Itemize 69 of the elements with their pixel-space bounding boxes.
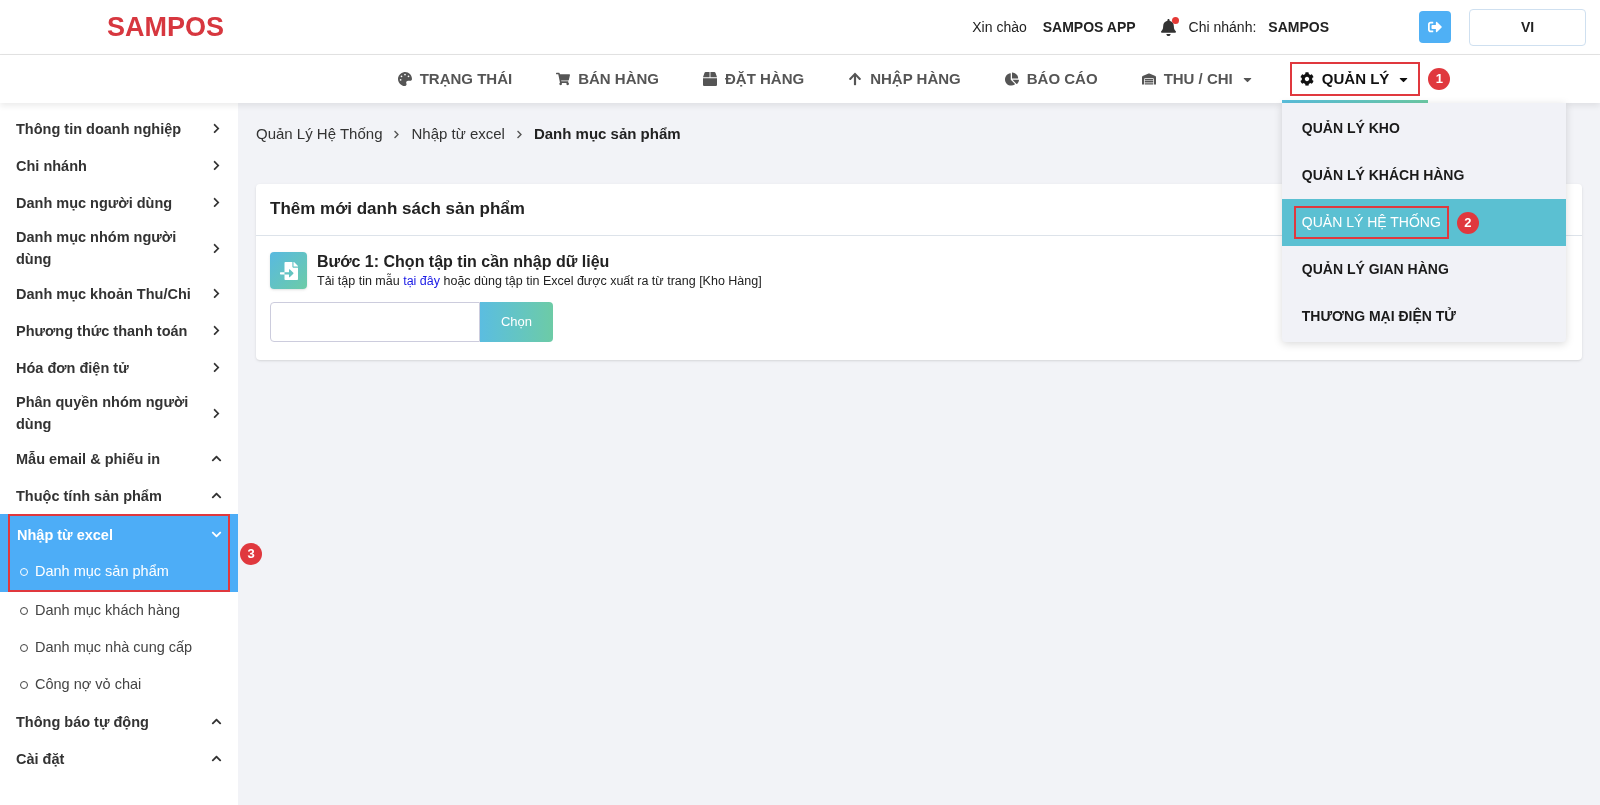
nav-tab[interactable]: NHẬP HÀNG (840, 62, 969, 96)
nav-tab[interactable]: BÁO CÁO (996, 62, 1106, 96)
nav-icon (1141, 72, 1156, 86)
file-field[interactable] (270, 301, 480, 342)
sidebar-item[interactable]: Thuộc tính sản phẩm (0, 477, 238, 514)
nav-icon (556, 72, 571, 86)
chevron-icon (392, 129, 402, 139)
nav-tab[interactable]: THU / CHI (1133, 62, 1262, 96)
logout-button[interactable] (1419, 11, 1451, 43)
language-button[interactable]: VI (1469, 8, 1586, 46)
file-import-icon (270, 252, 307, 289)
sidebar-subitem[interactable]: Danh mục khách hàng (0, 592, 238, 629)
chevron-icon (211, 407, 222, 419)
nav-tab[interactable]: BÁN HÀNG (548, 62, 668, 96)
nav-icon (1299, 72, 1314, 86)
user-name: SAMPOS APP (1042, 17, 1136, 37)
chevron-icon (211, 753, 222, 764)
chevron-icon (211, 362, 222, 373)
greeting-text: Xin chào (972, 17, 1027, 37)
menu-item[interactable]: QUẢN LÝ KHÁCH HÀNG (1293, 159, 1473, 192)
sidebar-item[interactable]: Phân quyền nhóm người dùng (0, 386, 238, 440)
sidebar-item[interactable]: Hóa đơn điện tử (0, 349, 238, 386)
template-link[interactable]: tại đây (403, 273, 440, 288)
menu-item[interactable]: THƯƠNG MẠI ĐIỆN TỬ (1293, 300, 1464, 333)
callout-number: 1 (1428, 68, 1451, 90)
chevron-icon (211, 123, 222, 134)
chevron-icon (211, 453, 222, 464)
logout-icon (1428, 20, 1442, 34)
chevron-icon (211, 325, 222, 336)
sidebar-subitem[interactable]: Danh mục nhà cung cấp (0, 629, 238, 666)
sidebar-item[interactable]: Chi nhánh (0, 147, 238, 184)
sidebar-item[interactable]: Danh mục nhóm người dùng (0, 221, 238, 275)
nav-tab[interactable]: QUẢN LÝ (1289, 62, 1421, 96)
nav-tab[interactable]: TRẠNG THÁI (389, 62, 521, 96)
card-title: Thêm mới danh sách sản phẩm (270, 198, 525, 221)
nav-icon (1004, 72, 1019, 86)
chevron-icon (211, 490, 222, 501)
sidebar-item[interactable]: Phương thức thanh toán (0, 312, 238, 349)
nav-tab[interactable]: ĐẶT HÀNG (695, 62, 813, 96)
breadcrumb-item: Danh mục sản phẩm (533, 124, 681, 144)
callout-number: 3 (240, 543, 262, 565)
nav-icon (703, 72, 718, 86)
branch-label: Chi nhánh: (1188, 17, 1257, 37)
step-title: Bước 1: Chọn tập tin cần nhập dữ liệu (317, 251, 611, 272)
chevron-icon (211, 197, 222, 208)
breadcrumb-item[interactable]: Nhập từ excel (411, 123, 505, 146)
chevron-icon (514, 129, 524, 139)
menu-item[interactable]: QUẢN LÝ GIAN HÀNG (1293, 253, 1457, 286)
sidebar-subitem[interactable]: Công nợ vỏ chai (0, 666, 238, 703)
chevron-icon (211, 529, 222, 540)
menu-item[interactable]: QUẢN LÝ KHO (1293, 112, 1408, 145)
callout-number: 2 (1456, 211, 1479, 234)
sidebar-item[interactable]: Danh mục người dùng (0, 184, 238, 221)
branch-name: SAMPOS (1268, 17, 1329, 37)
chevron-icon (211, 288, 222, 299)
sidebar-item[interactable]: Danh mục khoản Thu/Chi (0, 275, 238, 312)
logo: SAMPOS (107, 10, 225, 44)
sidebar-item[interactable]: Thông báo tự động (0, 703, 238, 740)
sidebar-item[interactable]: Mẫu email & phiếu in (0, 440, 238, 477)
sidebar-item[interactable]: Cài đặt (0, 740, 238, 777)
breadcrumb-item[interactable]: Quản Lý Hệ Thống (256, 123, 383, 146)
step-hint: Tải tập tin mẫu tại đây hoặc dùng tập tin Excel được xuất ra từ trang [Kho Hàng] (317, 272, 762, 290)
chevron-icon (211, 160, 222, 171)
nav-icon (848, 72, 863, 86)
nav-icon (397, 72, 412, 86)
chevron-icon (211, 242, 222, 254)
chevron-icon (211, 716, 222, 727)
bell-icon[interactable] (1159, 18, 1177, 36)
sidebar-item[interactable]: Thông tin doanh nghiệp (0, 110, 238, 147)
